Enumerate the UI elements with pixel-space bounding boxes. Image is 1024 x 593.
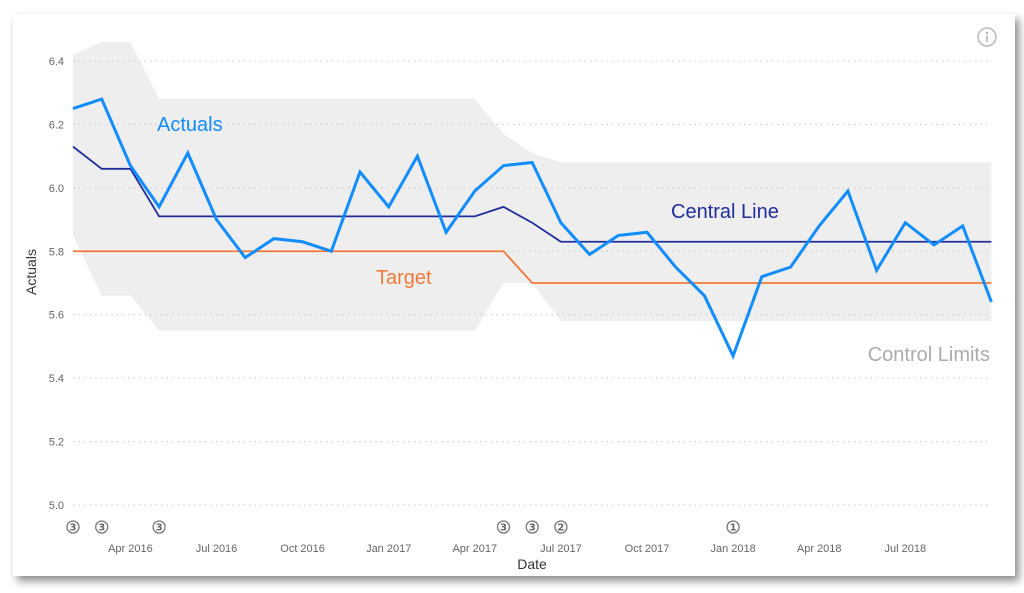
info-icon[interactable] [977, 27, 997, 47]
y-tick-label: 5.4 [49, 373, 64, 385]
control-limits-layer [73, 41, 992, 331]
y-axis-ticks: 5.0 5.2 5.4 5.6 5.8 6.0 6.2 6.4 [49, 56, 64, 512]
rule-marker-label: 3 [500, 523, 507, 534]
y-tick-label: 6.0 [49, 183, 64, 195]
rule-marker-label: 2 [557, 523, 564, 534]
control-limits-band [73, 41, 992, 331]
rule-marker[interactable]: 3 [152, 520, 166, 534]
rule-marker[interactable]: 2 [554, 520, 568, 534]
x-axis-ticks: Apr 2016 Jul 2016 Oct 2016 Jan 2017 Apr 2017… [108, 543, 926, 555]
y-tick-label: 5.8 [49, 246, 64, 258]
spc-line-chart: 5.0 5.2 5.4 5.6 5.8 6.0 6.2 6.4 Apr 2016 Jul 201… [23, 27, 997, 572]
x-tick-label: Jul 2018 [885, 543, 927, 555]
rule-marker[interactable]: 3 [95, 520, 109, 534]
x-tick-label: Oct 2017 [625, 543, 670, 555]
x-tick-label: Jan 2018 [710, 543, 755, 555]
y-tick-label: 6.4 [49, 56, 64, 68]
x-tick-label: Jul 2017 [540, 543, 582, 555]
rule-markers: 3 3 3 3 3 2 1 [66, 520, 740, 534]
x-tick-label: Oct 2016 [280, 543, 325, 555]
y-tick-label: 5.2 [49, 437, 64, 449]
rule-marker[interactable]: 3 [525, 520, 539, 534]
rule-marker-label: 3 [70, 523, 77, 534]
rule-marker-label: 3 [156, 523, 163, 534]
x-tick-label: Apr 2017 [452, 543, 497, 555]
y-tick-label: 5.0 [49, 500, 64, 512]
y-tick-label: 5.6 [49, 310, 64, 322]
annotation-central-line: Central Line [671, 201, 779, 223]
annotation-actuals: Actuals [157, 114, 223, 136]
x-tick-label: Jul 2016 [196, 543, 238, 555]
y-tick-label: 6.2 [49, 119, 64, 131]
x-tick-label: Apr 2016 [108, 543, 153, 555]
rule-marker[interactable]: 3 [66, 520, 80, 534]
rule-marker[interactable]: 3 [496, 520, 511, 534]
y-axis-title: Actuals [23, 249, 39, 295]
rule-marker-label: 3 [98, 523, 105, 534]
x-axis-title: Date [517, 556, 547, 572]
rule-marker-label: 1 [730, 523, 737, 534]
annotation-target: Target [376, 267, 432, 289]
annotation-control-limits: Control Limits [868, 344, 990, 366]
x-tick-label: Apr 2018 [797, 543, 842, 555]
x-tick-label: Jan 2017 [366, 543, 411, 555]
rule-marker[interactable]: 1 [726, 520, 740, 534]
rule-marker-label: 3 [529, 523, 536, 534]
